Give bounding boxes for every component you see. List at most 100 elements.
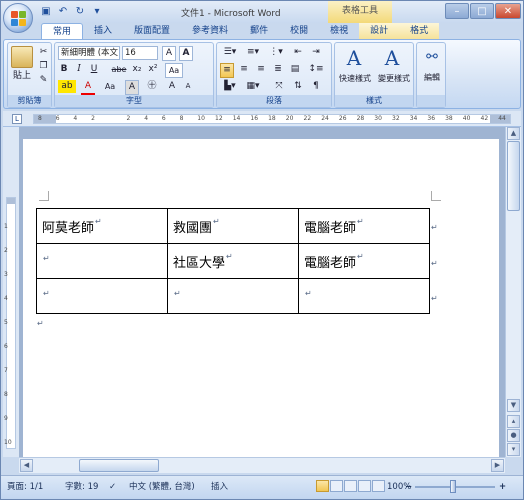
tab-home[interactable]: 常用 — [41, 23, 84, 39]
redo-icon[interactable]: ↻ — [73, 5, 87, 18]
bold-button[interactable]: B — [58, 63, 70, 76]
align-left-icon[interactable]: ≡ — [220, 63, 234, 78]
bullets-icon[interactable]: ☰▾ — [220, 46, 240, 59]
table-cell[interactable]: 電腦老師↵ — [298, 208, 430, 244]
tab-references[interactable]: 參考資料 — [181, 23, 239, 39]
binoculars-icon[interactable]: ⚯ — [423, 47, 441, 67]
font-color-button[interactable]: A — [81, 80, 95, 96]
align-right-icon[interactable]: ≡ — [254, 63, 268, 76]
change-styles-button[interactable]: 變更樣式 — [375, 72, 413, 85]
borders-icon[interactable]: ▦▾ — [243, 80, 263, 93]
grow-font-button[interactable]: A — [165, 80, 179, 93]
next-page-icon[interactable]: ▾ — [507, 443, 520, 456]
page-count[interactable]: 頁面: 1/1 — [7, 481, 43, 493]
cut-icon[interactable]: ✂ — [37, 46, 50, 59]
align-center-icon[interactable]: ≡ — [237, 63, 251, 76]
proofing-icon[interactable]: ✓ — [109, 481, 116, 493]
numbering-icon[interactable]: ≡▾ — [243, 46, 263, 59]
zoom-out-icon[interactable]: − — [405, 481, 412, 493]
tab-review[interactable]: 校閱 — [279, 23, 319, 39]
scroll-up-icon[interactable]: ▲ — [507, 127, 520, 140]
print-layout-icon[interactable] — [316, 480, 329, 492]
quick-styles-icon[interactable]: A — [341, 46, 367, 70]
quick-styles-button[interactable]: 快速樣式 — [337, 72, 373, 85]
office-button[interactable] — [3, 3, 33, 33]
shrink-font-icon[interactable]: A — [181, 80, 195, 93]
enclose-char-icon[interactable]: ㊉ — [145, 80, 159, 93]
change-case-button[interactable]: Aa — [165, 63, 183, 78]
font-name-select[interactable]: 新細明體 (本文 — [58, 46, 120, 60]
subscript-button[interactable]: x₂ — [130, 63, 144, 76]
tab-mailings[interactable]: 郵件 — [239, 23, 279, 39]
tab-format[interactable]: 格式 — [399, 23, 440, 39]
web-layout-icon[interactable] — [344, 480, 357, 492]
scroll-right-icon[interactable]: ▶ — [491, 459, 504, 472]
horizontal-ruler[interactable]: L 8 6 4 2 2 4 6 8 10 12 14 16 18 20 22 24 26 28 30 32 34 36 38… — [3, 111, 521, 127]
tab-design[interactable]: 設計 — [359, 23, 400, 39]
close-button[interactable]: ✕ — [495, 3, 521, 19]
vertical-scrollbar[interactable]: ▲ ▼ ▴ ● ▾ — [505, 127, 521, 457]
increase-indent-icon[interactable]: ⇥ — [309, 46, 323, 59]
scroll-down-icon[interactable]: ▼ — [507, 399, 520, 412]
justify-icon[interactable]: ≣ — [271, 63, 285, 76]
editing-button[interactable]: 編輯 — [418, 71, 446, 84]
scroll-left-icon[interactable]: ◀ — [20, 459, 33, 472]
italic-button[interactable]: I — [73, 63, 85, 76]
undo-icon[interactable]: ↶ — [56, 5, 70, 18]
table-cell[interactable]: 救國團↵ — [167, 208, 299, 244]
change-styles-icon[interactable]: A — [379, 46, 405, 70]
zoom-in-icon[interactable]: + — [499, 481, 506, 493]
document-table[interactable]: 阿莫老師↵ 救國團↵ 電腦老師↵ ↵ 社區大學↵ 電腦老師↵ ↵ ↵ ↵ — [36, 208, 430, 314]
strikethrough-button[interactable]: abe — [110, 63, 128, 76]
table-cell[interactable]: ↵ — [36, 278, 168, 314]
vertical-scroll-thumb[interactable] — [507, 141, 520, 211]
browse-object-icon[interactable]: ● — [507, 429, 520, 442]
char-border-button[interactable]: A — [125, 80, 139, 95]
zoom-slider-knob[interactable] — [450, 480, 456, 493]
minimize-button[interactable]: – — [445, 3, 469, 19]
paste-icon[interactable] — [11, 46, 33, 68]
draft-icon[interactable] — [372, 480, 385, 492]
document-page[interactable]: 阿莫老師↵ 救國團↵ 電腦老師↵ ↵ 社區大學↵ 電腦老師↵ ↵ ↵ ↵ ↵ ↵… — [23, 139, 499, 457]
paste-button[interactable]: 貼上 — [9, 70, 35, 83]
previous-page-icon[interactable]: ▴ — [507, 415, 520, 428]
multilevel-list-icon[interactable]: ⋮▾ — [266, 46, 286, 59]
copy-icon[interactable]: ❐ — [37, 60, 50, 73]
superscript-button[interactable]: x² — [146, 63, 160, 76]
insert-mode[interactable]: 插入 — [211, 481, 228, 493]
full-screen-reading-icon[interactable] — [330, 480, 343, 492]
font-size-select[interactable]: 16 — [122, 46, 158, 60]
horizontal-scroll-thumb[interactable] — [79, 459, 159, 472]
asian-layout-icon[interactable]: ⤧ — [271, 80, 287, 93]
outline-icon[interactable] — [358, 480, 371, 492]
tab-page-layout[interactable]: 版面配置 — [123, 23, 181, 39]
clear-format-icon[interactable]: A — [179, 46, 193, 61]
distributed-icon[interactable]: ▤ — [288, 63, 302, 76]
sort-icon[interactable]: ⇅ — [291, 80, 305, 93]
decrease-indent-icon[interactable]: ⇤ — [291, 46, 305, 59]
tab-view[interactable]: 檢視 — [319, 23, 359, 39]
table-cell[interactable]: ↵ — [298, 278, 430, 314]
language-indicator[interactable]: 中文 (繁體, 台灣) — [129, 481, 195, 493]
shading-icon[interactable]: ▙▾ — [220, 80, 240, 93]
table-cell[interactable]: 電腦老師↵ — [298, 243, 430, 279]
tab-insert[interactable]: 插入 — [83, 23, 123, 39]
maximize-button[interactable]: □ — [470, 3, 494, 19]
table-cell[interactable]: ↵ — [36, 243, 168, 279]
save-icon[interactable]: ▣ — [39, 5, 53, 18]
format-painter-icon[interactable]: ✎ — [37, 74, 50, 87]
table-cell[interactable]: ↵ — [167, 278, 299, 314]
horizontal-scrollbar[interactable]: ◀ ▶ — [19, 457, 505, 473]
tab-selector-icon[interactable]: L — [12, 114, 22, 124]
customize-icon[interactable]: ▾ — [90, 5, 104, 18]
line-spacing-icon[interactable]: ↕≡ — [307, 63, 325, 76]
table-cell[interactable]: 社區大學↵ — [167, 243, 299, 279]
vertical-ruler[interactable]: 1 2 3 4 5 6 7 8 9 10 — [3, 127, 19, 457]
grow-font-icon[interactable]: A — [162, 46, 176, 61]
underline-button[interactable]: U — [88, 63, 100, 76]
show-marks-icon[interactable]: ¶ — [309, 80, 323, 93]
table-cell[interactable]: 阿莫老師↵ — [36, 208, 168, 244]
highlight-icon[interactable]: ab — [58, 80, 76, 93]
word-count[interactable]: 字數: 19 — [65, 481, 98, 493]
char-shading-icon[interactable]: Aa — [103, 80, 117, 93]
